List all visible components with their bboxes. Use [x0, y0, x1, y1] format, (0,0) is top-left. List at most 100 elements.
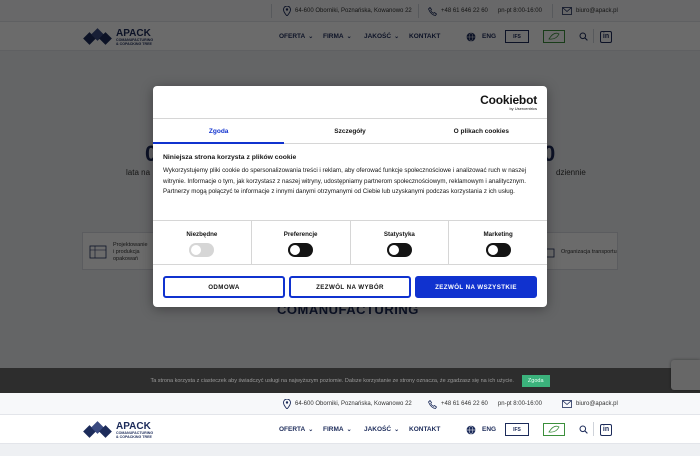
menu-kontakt[interactable]: KONTAKT — [409, 22, 440, 51]
phone-item[interactable]: +48 61 646 22 60 pn-pt 8:00-16:00 — [428, 0, 542, 22]
language-switch-2[interactable]: ENG — [466, 415, 496, 444]
phone-text[interactable]: +48 61 646 22 60 — [441, 8, 488, 14]
language-switch[interactable]: ENG — [466, 22, 496, 51]
service-packaging[interactable]: Projektowanie i produkcja opakowań — [89, 233, 148, 271]
phone-text-2[interactable]: +48 61 646 22 60 — [441, 401, 488, 407]
language-label[interactable]: ENG — [482, 33, 496, 40]
divider — [593, 29, 594, 43]
menu-jakosc-label-2[interactable]: JAKOŚĆ — [364, 426, 391, 433]
toggle-label-necessary: Niezbędne — [186, 231, 218, 238]
logo-name-2: APACK — [116, 420, 151, 432]
toggle-label-statistics: Statystyka — [383, 231, 415, 238]
menu-firma-label-2[interactable]: FIRMA — [323, 426, 344, 433]
email-item[interactable]: biuro@apack.pl — [562, 0, 618, 22]
cookie-notice-accept-button[interactable]: Zgoda — [521, 374, 550, 387]
menu-kontakt-label[interactable]: KONTAKT — [409, 33, 440, 40]
address-item-2: 64-600 Oborniki, Poznańska, Kowanowo 22 — [283, 393, 412, 415]
menu-firma-2[interactable]: FIRMA ⌄ — [323, 415, 352, 444]
page: 64-600 Oborniki, Poznańska, Kowanowo 22 … — [0, 0, 700, 456]
menu-kontakt-2[interactable]: KONTAKT — [409, 415, 440, 444]
chevron-down-icon: ⌄ — [308, 34, 314, 40]
chevron-down-icon: ⌄ — [346, 427, 352, 433]
toggle-group-statistics: Statystyka — [349, 221, 449, 264]
packaging-icon — [89, 245, 107, 259]
site-logo-2[interactable]: APACK COMANUFACTURING & COPACKING TREE — [83, 419, 153, 441]
ifs-label: IFS — [505, 30, 529, 43]
toggle-statistics[interactable] — [386, 243, 412, 257]
logo-name: APACK — [116, 27, 151, 39]
toggle-label-marketing: Marketing — [483, 231, 513, 238]
ifs-badge: IFS — [505, 22, 529, 51]
toggle-group-preferences: Preferencje — [250, 221, 350, 264]
search-icon[interactable] — [579, 32, 588, 41]
eco-leaf-badge — [543, 22, 565, 51]
toggle-marketing[interactable] — [485, 243, 511, 257]
logo-sub-2: & COPACKING TREE — [116, 41, 152, 46]
menu-jakosc-2[interactable]: JAKOŚĆ ⌄ — [364, 415, 399, 444]
linkedin-icon[interactable]: in — [600, 30, 612, 43]
ifs-label-2: IFS — [505, 423, 529, 436]
search-button[interactable] — [579, 22, 588, 51]
linkedin-button[interactable]: in — [600, 22, 612, 51]
menu-firma[interactable]: FIRMA ⌄ — [323, 22, 352, 51]
email-item-2[interactable]: biuro@apack.pl — [562, 393, 618, 415]
linkedin-icon[interactable]: in — [600, 423, 612, 436]
globe-icon — [466, 424, 476, 435]
cookie-notice-bar: Ta strona korzysta z ciasteczek aby świa… — [0, 368, 700, 393]
toggle-necessary — [189, 243, 215, 257]
menu-firma-label[interactable]: FIRMA — [323, 33, 344, 40]
toggle-label-preferences: Preferencje — [283, 231, 318, 238]
phone-icon — [428, 399, 437, 409]
linkedin-button-2[interactable]: in — [600, 415, 612, 444]
chevron-down-icon: ⌄ — [308, 427, 314, 433]
menu-jakosc[interactable]: JAKOŚĆ ⌄ — [364, 22, 399, 51]
toggle-preferences[interactable] — [288, 243, 314, 257]
service-transport-label: Organizacja transportu — [561, 248, 617, 255]
consent-body: Niniejsza strona korzysta z plików cooki… — [163, 154, 533, 198]
email-text-2[interactable]: biuro@apack.pl — [576, 401, 618, 407]
consent-tabs: Zgoda Szczegóły O plikach cookies — [153, 118, 547, 144]
footer-contact-bar: 64-600 Oborniki, Poznańska, Kowanowo 22 … — [0, 393, 700, 415]
logo-cubes-icon — [83, 421, 113, 439]
recaptcha-badge[interactable] — [671, 360, 700, 390]
cookiebot-logo: Cookiebot by Usercentrics — [480, 93, 537, 111]
menu-kontakt-label-2[interactable]: KONTAKT — [409, 426, 440, 433]
logo-cubes-icon — [83, 28, 113, 46]
phone-icon — [428, 6, 437, 16]
logo-sub-1: COMANUFACTURING — [116, 37, 154, 42]
chevron-down-icon: ⌄ — [346, 34, 352, 40]
consent-toggles: Niezbędne Preferencje Statystyka Marketi… — [153, 220, 547, 265]
consent-text: Wykorzystujemy pliki cookie do spersonal… — [163, 167, 527, 195]
menu-oferta-2[interactable]: OFERTA ⌄ — [279, 415, 313, 444]
search-button-2[interactable] — [579, 415, 588, 444]
menu-oferta-label-2[interactable]: OFERTA — [279, 426, 305, 433]
envelope-icon — [562, 400, 572, 408]
deny-button[interactable]: ODMOWA — [163, 276, 285, 298]
eco-leaf-badge-2 — [543, 415, 565, 444]
cookie-consent-dialog: Cookiebot by Usercentrics Zgoda Szczegół… — [153, 86, 547, 307]
allow-selection-button[interactable]: ZEZWÓL NA WYBÓR — [289, 276, 411, 298]
site-logo[interactable]: APACK COMANUFACTURING & COPACKING TREE — [83, 26, 153, 48]
email-text[interactable]: biuro@apack.pl — [576, 8, 618, 14]
service-label-3: opakowań — [113, 255, 139, 262]
map-pin-icon — [283, 6, 291, 16]
tab-o-plikach-cookies[interactable]: O plikach cookies — [416, 119, 547, 143]
menu-oferta[interactable]: OFERTA ⌄ — [279, 22, 313, 51]
tab-zgoda[interactable]: Zgoda — [153, 119, 285, 144]
divider — [271, 4, 272, 18]
address-text: 64-600 Oborniki, Poznańska, Kowanowo 22 — [295, 8, 412, 14]
globe-icon — [466, 31, 476, 42]
language-label-2[interactable]: ENG — [482, 426, 496, 433]
address-text-2: 64-600 Oborniki, Poznańska, Kowanowo 22 — [295, 401, 412, 407]
phone-item-2[interactable]: +48 61 646 22 60 pn-pt 8:00-16:00 — [428, 393, 542, 415]
search-icon[interactable] — [579, 425, 588, 434]
menu-oferta-label[interactable]: OFERTA — [279, 33, 305, 40]
main-nav: APACK COMANUFACTURING & COPACKING TREE O… — [0, 22, 700, 51]
divider — [552, 4, 553, 18]
allow-all-button[interactable]: ZEZWÓL NA WSZYSTKIE — [415, 276, 537, 298]
service-transport[interactable]: Organizacja transportu — [543, 233, 617, 271]
divider — [418, 4, 419, 18]
menu-jakosc-label[interactable]: JAKOŚĆ — [364, 33, 391, 40]
divider — [593, 422, 594, 436]
tab-szczegoly[interactable]: Szczegóły — [284, 119, 415, 143]
